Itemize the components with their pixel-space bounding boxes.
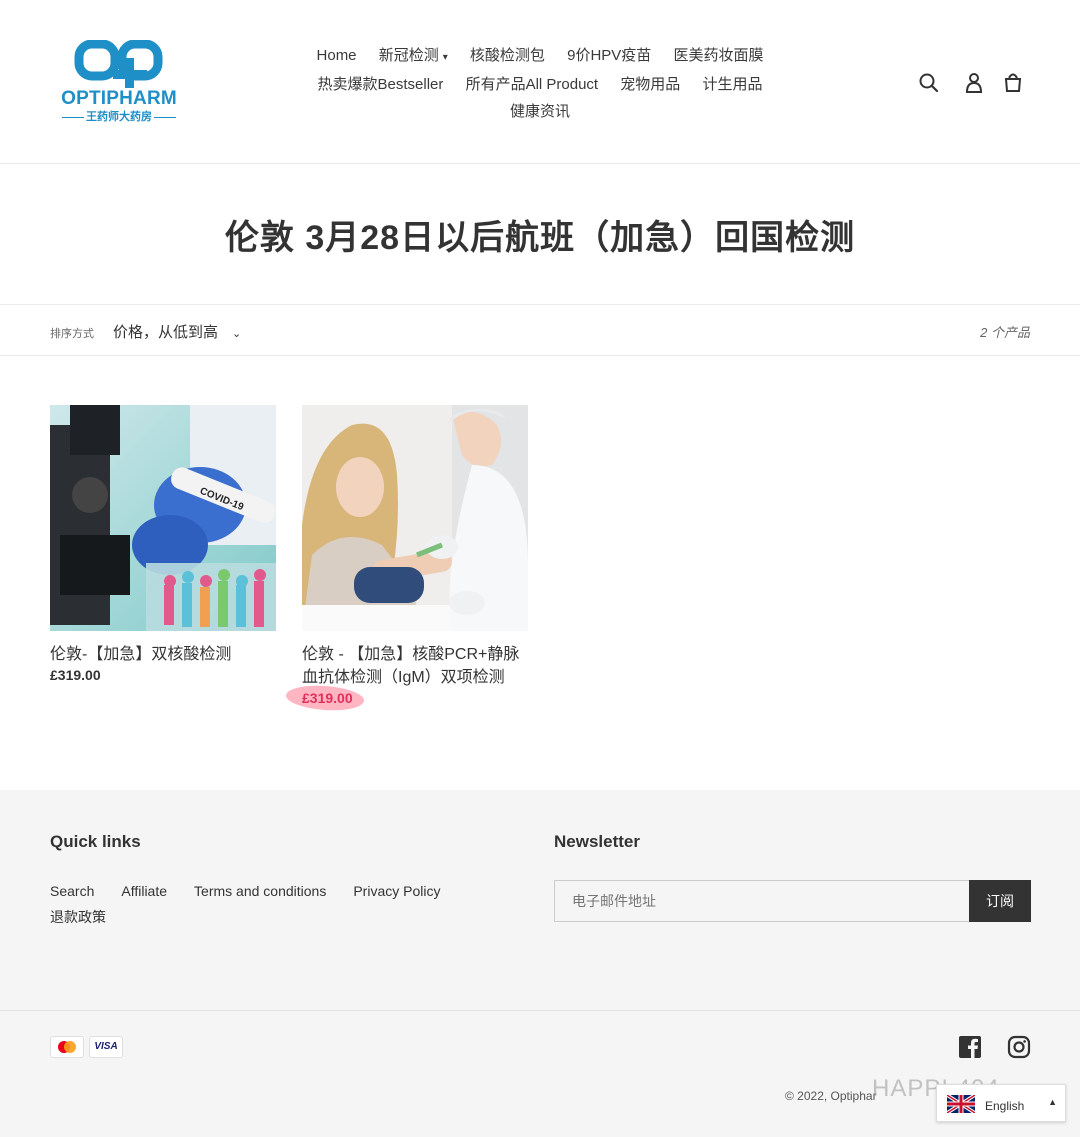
product-count: 2 个产品: [980, 325, 1030, 340]
quick-links-title: Quick links: [50, 832, 141, 851]
caret-up-icon: ▲: [1048, 1097, 1057, 1107]
uk-flag-icon: [947, 1095, 975, 1113]
subscribe-button[interactable]: 订阅: [969, 880, 1031, 922]
mastercard-icon: [50, 1036, 84, 1058]
copyright: © 2022, Optiphar: [785, 1089, 877, 1103]
footer-link-terms[interactable]: Terms and conditions: [194, 878, 326, 904]
nav-item-test-kit[interactable]: 核酸检测包: [470, 42, 545, 69]
site-header: OPTIPHARM 王药师大药房 Home 新冠检测 ▾ 核酸检测包 9价HPV疫…: [0, 0, 1080, 164]
product-card[interactable]: 伦敦 - 【加急】核酸PCR+静脉血抗体检测（IgM）双项检测 £319.00: [302, 405, 528, 706]
product-price: £319.00: [302, 690, 528, 706]
instagram-icon[interactable]: [1006, 1034, 1032, 1060]
filter-bar: 排序方式 价格，从低到高 ⌄ 2 个产品: [0, 304, 1080, 356]
main-nav: Home 新冠检测 ▾ 核酸检测包 9价HPV疫苗 医美药妆面膜 热卖爆款Best…: [300, 42, 780, 125]
quick-links: Search Affiliate Terms and conditions Priva…: [50, 878, 490, 930]
language-label: English: [985, 1099, 1025, 1113]
product-image[interactable]: COVID-19: [50, 405, 276, 631]
chevron-down-icon: ▾: [442, 52, 448, 63]
footer-link-refund[interactable]: 退款政策: [50, 904, 106, 930]
newsletter-title: Newsletter: [554, 832, 640, 851]
nav-item-all-products[interactable]: 所有产品All Product: [466, 71, 599, 98]
cart-icon[interactable]: [1000, 70, 1026, 96]
email-field[interactable]: [554, 880, 970, 922]
site-footer: Quick links Search Affiliate Terms and con…: [0, 790, 1080, 1137]
facebook-icon[interactable]: [957, 1034, 983, 1060]
logo[interactable]: OPTIPHARM 王药师大药房: [55, 39, 183, 124]
product-name[interactable]: 伦敦 - 【加急】核酸PCR+静脉血抗体检测（IgM）双项检测: [302, 643, 528, 689]
footer-link-affiliate[interactable]: Affiliate: [121, 878, 167, 904]
logo-brand: OPTIPHARM: [61, 88, 177, 109]
account-icon[interactable]: [961, 70, 987, 96]
product-price: £319.00: [50, 667, 101, 683]
product-name[interactable]: 伦敦-【加急】双核酸检测: [50, 643, 276, 666]
chevron-down-icon: ⌄: [232, 328, 242, 340]
nav-item-family-planning[interactable]: 计生用品: [702, 71, 762, 98]
nav-item-home[interactable]: Home: [317, 42, 357, 69]
sort-label: 排序方式: [50, 328, 94, 340]
sort-select[interactable]: 价格，从低到高 ⌄: [113, 321, 241, 342]
footer-link-privacy[interactable]: Privacy Policy: [353, 878, 440, 904]
nav-item-pet-supplies[interactable]: 宠物用品: [620, 71, 680, 98]
language-selector[interactable]: English ▲: [936, 1084, 1066, 1122]
price-highlight-mark: £319.00: [302, 690, 353, 706]
header-icons: [916, 70, 1028, 96]
logo-subtitle: 王药师大药房: [55, 108, 183, 124]
search-icon[interactable]: [916, 70, 942, 96]
product-image[interactable]: [302, 405, 528, 631]
logo-mark-icon: [74, 39, 163, 88]
nav-item-cosmetics[interactable]: 医美药妆面膜: [673, 42, 763, 69]
nav-item-bestseller[interactable]: 热卖爆款Bestseller: [318, 71, 444, 98]
nav-item-health-news[interactable]: 健康资讯: [510, 98, 570, 125]
visa-icon: VISA: [89, 1036, 123, 1058]
footer-divider: [0, 1010, 1080, 1011]
nav-item-hpv-vaccine[interactable]: 9价HPV疫苗: [567, 42, 651, 69]
page-title: 伦敦 3月28日以后航班（加急）回国检测: [224, 219, 856, 257]
footer-link-search[interactable]: Search: [50, 878, 94, 904]
product-card[interactable]: COVID-19 伦敦-【加急】双核酸检测 £319.00: [50, 405, 276, 683]
nav-item-covid-test[interactable]: 新冠检测 ▾: [379, 42, 448, 71]
